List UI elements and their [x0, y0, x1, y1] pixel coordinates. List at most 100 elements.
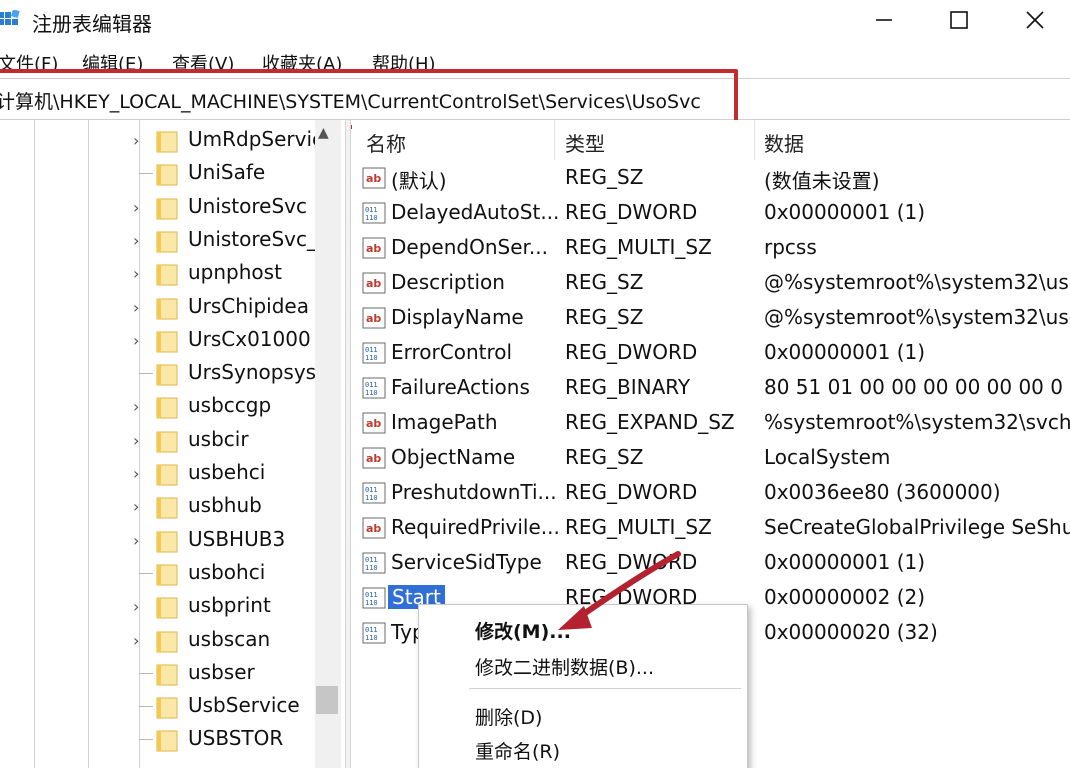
scroll-up-icon[interactable]: ▲ [318, 125, 329, 141]
value-row[interactable]: ab (默认) REG_SZ (数值未设置) [352, 162, 1070, 197]
value-data: rpcss [764, 235, 817, 259]
value-row[interactable]: ab Description REG_SZ @%systemroot%\system3… [352, 267, 1070, 302]
column-header-data[interactable]: 数据 [764, 128, 804, 157]
chevron-right-icon[interactable]: › [133, 298, 139, 317]
chevron-right-icon[interactable]: › [133, 631, 139, 650]
chevron-right-icon[interactable]: › [133, 431, 139, 450]
menu-view[interactable]: 查看(V) [172, 50, 234, 76]
ctx-delete[interactable]: 删除(D) [475, 703, 542, 730]
tree-item[interactable]: › UnistoreSvc_4 [0, 224, 330, 257]
value-name: FailureActions [391, 375, 530, 399]
value-row[interactable]: ab RequiredPrivile... REG_MULTI_SZ SeCreate… [352, 512, 1070, 547]
chevron-right-icon[interactable]: › [133, 497, 139, 516]
ctx-modify-binary[interactable]: 修改二进制数据(B)... [475, 653, 654, 680]
maximize-button[interactable] [921, 0, 997, 40]
chevron-right-icon[interactable]: › [133, 131, 139, 150]
binary-value-icon: 011 110 [362, 622, 386, 644]
value-row[interactable]: 011 110 DelayedAutoSt... REG_DWORD 0x0000000… [352, 197, 1070, 232]
key-tree[interactable]: › UmRdpService UniSafe › UnistoreSvc › Unistor… [0, 120, 345, 768]
tree-item[interactable]: › usbhub [0, 490, 320, 523]
chevron-right-icon[interactable]: › [133, 531, 139, 550]
value-data: LocalSystem [764, 445, 891, 469]
value-data: SeCreateGlobalPrivilege SeShut [764, 515, 1070, 539]
column-separator[interactable] [554, 120, 555, 160]
address-bar[interactable]: 计算机\HKEY_LOCAL_MACHINE\SYSTEM\CurrentCon… [0, 78, 1070, 120]
tree-item[interactable]: › usbprint [0, 590, 320, 623]
tree-scroll-thumb[interactable] [316, 686, 338, 714]
value-row[interactable]: 011 110 ErrorControl REG_DWORD 0x00000001 (1… [352, 337, 1070, 372]
ctx-modify[interactable]: 修改(M)... [475, 617, 571, 644]
folder-icon [156, 529, 178, 553]
tree-item-label: usbscan [188, 626, 271, 651]
chevron-right-icon[interactable]: › [133, 597, 139, 616]
value-row[interactable]: ab ObjectName REG_SZ LocalSystem [352, 442, 1070, 477]
folder-icon [156, 462, 178, 486]
tree-item[interactable]: › usbcir [0, 424, 320, 457]
tree-item[interactable]: › usbccgp [0, 390, 320, 423]
chevron-right-icon[interactable]: › [133, 198, 139, 217]
tree-item[interactable]: › UrsChipidea [0, 291, 320, 324]
close-button[interactable] [997, 0, 1070, 40]
tree-item-label: UrsCx01000 [188, 326, 311, 351]
menu-help[interactable]: 帮助(H) [372, 50, 436, 76]
chevron-right-icon[interactable]: › [133, 264, 139, 283]
ctx-rename[interactable]: 重命名(R) [475, 737, 560, 764]
value-type: REG_MULTI_SZ [565, 235, 712, 259]
column-header-type[interactable]: 类型 [565, 128, 605, 157]
value-row[interactable]: ab ImagePath REG_EXPAND_SZ %systemroot%\sys… [352, 407, 1070, 442]
value-row[interactable]: 011 110 FailureActions REG_BINARY 80 51 01 0… [352, 372, 1070, 407]
folder-icon [156, 162, 178, 186]
tree-item[interactable]: UrsSynopsys [0, 357, 320, 390]
binary-value-icon: 011 110 [362, 552, 386, 574]
minimize-button[interactable] [846, 0, 922, 40]
value-row[interactable]: ab DependOnSer... REG_MULTI_SZ rpcss [352, 232, 1070, 267]
tree-item[interactable]: › UrsCx01000 [0, 324, 320, 357]
chevron-right-icon[interactable]: › [133, 397, 139, 416]
tree-item[interactable]: › usbehci [0, 457, 320, 490]
chevron-right-icon[interactable]: › [133, 231, 139, 250]
tree-item[interactable]: usbohci [0, 557, 320, 590]
tree-item[interactable]: › UmRdpService [0, 124, 335, 157]
binary-value-icon: 011 110 [362, 377, 386, 399]
tree-item-label: USBHUB3 [188, 526, 286, 551]
tree-item-label: UrsChipidea [188, 293, 309, 318]
tree-item[interactable]: USBSTOR [0, 723, 320, 756]
tree-item[interactable]: usbser [0, 657, 320, 690]
column-header-name[interactable]: 名称 [366, 128, 406, 157]
tree-connector [139, 173, 153, 175]
folder-icon [156, 595, 178, 619]
tree-item[interactable]: UsbService [0, 690, 320, 723]
binary-value-icon: 011 110 [362, 342, 386, 364]
tree-scrollbar[interactable] [315, 120, 341, 768]
menu-favorites[interactable]: 收藏夹(A) [262, 50, 342, 76]
svg-text:ab: ab [366, 242, 381, 255]
menu-edit[interactable]: 编辑(E) [82, 50, 143, 76]
value-data: 0x00000001 (1) [764, 200, 926, 224]
value-row[interactable]: 011 110 ServiceSidType REG_DWORD 0x00000001 … [352, 547, 1070, 582]
chevron-right-icon[interactable]: › [133, 464, 139, 483]
pane-splitter[interactable] [345, 120, 351, 768]
value-type: REG_EXPAND_SZ [565, 410, 735, 434]
tree-item[interactable]: UniSafe [0, 157, 320, 190]
tree-item[interactable]: › UnistoreSvc [0, 191, 320, 224]
minimize-icon [876, 19, 892, 21]
tree-item[interactable]: › USBHUB3 [0, 524, 320, 557]
value-name: ImagePath [391, 410, 498, 434]
string-value-icon: ab [362, 517, 386, 539]
menu-bar: 文件(F) 编辑(E) 查看(V) 收藏夹(A) 帮助(H) [0, 46, 1070, 76]
tree-item-label: usbcir [188, 426, 249, 451]
value-row[interactable]: 011 110 PreshutdownTi... REG_DWORD 0x0036ee8… [352, 477, 1070, 512]
chevron-right-icon[interactable]: › [133, 331, 139, 350]
folder-icon [156, 629, 178, 653]
tree-item-label: UsbService [188, 693, 300, 718]
value-row[interactable]: ab DisplayName REG_SZ @%systemroot%\system3… [352, 302, 1070, 337]
value-type: REG_DWORD [565, 550, 698, 574]
menu-file[interactable]: 文件(F) [0, 50, 58, 76]
address-path[interactable]: 计算机\HKEY_LOCAL_MACHINE\SYSTEM\CurrentCon… [0, 87, 701, 114]
column-separator[interactable] [754, 120, 755, 160]
svg-text:011: 011 [365, 346, 378, 354]
value-data: @%systemroot%\system32\uso [764, 305, 1070, 329]
tree-item[interactable]: › upnphost [0, 257, 320, 290]
folder-icon [156, 262, 178, 286]
tree-item[interactable]: › usbscan [0, 624, 320, 657]
